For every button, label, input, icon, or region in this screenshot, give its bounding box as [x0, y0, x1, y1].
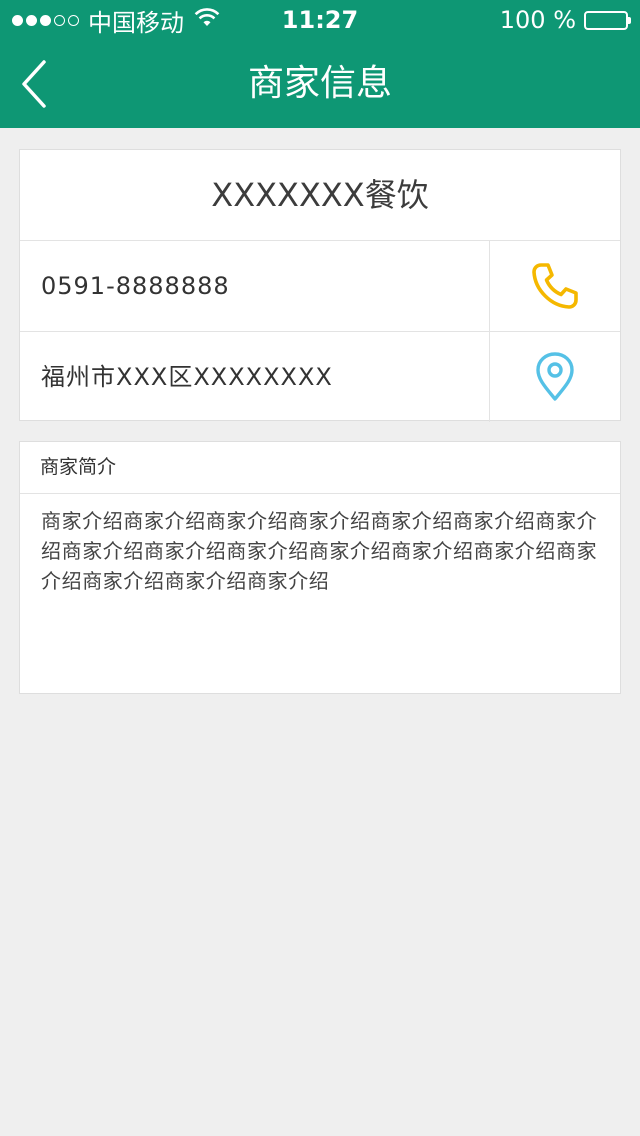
phone-icon [532, 263, 578, 309]
battery-icon [584, 10, 631, 30]
address-text: 福州市XXX区XXXXXXXX [41, 363, 333, 391]
location-pin-icon [536, 352, 574, 401]
address-row: 福州市XXX区XXXXXXXX [20, 332, 620, 422]
intro-text: 商家介绍商家介绍商家介绍商家介绍商家介绍商家介绍商家介绍商家介绍商家介绍商家介绍… [41, 509, 598, 593]
map-button[interactable] [489, 332, 620, 422]
phone-row: 0591-8888888 [20, 241, 620, 332]
battery-area: 100 % [499, 4, 631, 36]
merchant-intro-card: 商家简介 商家介绍商家介绍商家介绍商家介绍商家介绍商家介绍商家介绍商家介绍商家介… [19, 441, 621, 694]
battery-percent: 100 % [499, 6, 576, 34]
phone-number: 0591-8888888 [41, 272, 230, 300]
call-button[interactable] [489, 241, 620, 331]
status-bar: 中国移动 11:27 100 % [0, 0, 640, 40]
merchant-name: XXXXXXX餐饮 [20, 150, 620, 241]
merchant-info-card: XXXXXXX餐饮 0591-8888888 福州市XXX区XXXXXXXX [19, 149, 621, 422]
page-title: 商家信息 [247, 63, 392, 104]
nav-bar: 商家信息 [0, 40, 640, 128]
intro-heading: 商家简介 [20, 442, 620, 494]
